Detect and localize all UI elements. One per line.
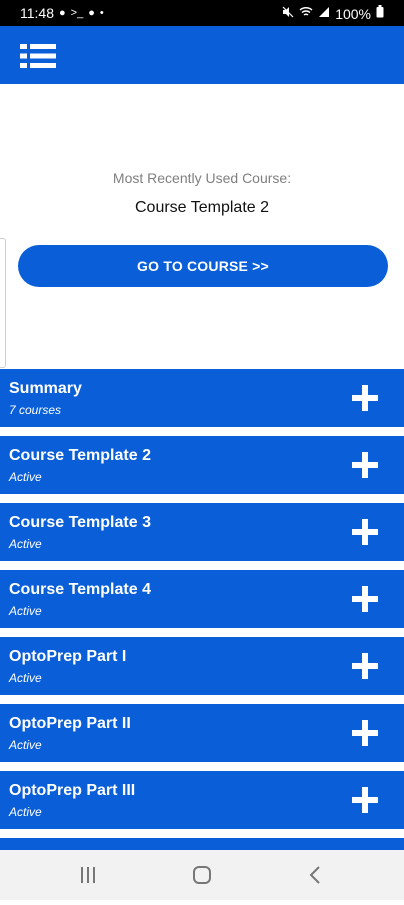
course-subtitle: Active (9, 805, 42, 819)
back-icon[interactable] (304, 864, 328, 886)
plus-icon[interactable] (352, 653, 378, 679)
signal-icon (318, 6, 330, 22)
plus-icon[interactable] (352, 586, 378, 612)
status-right: 100% (282, 5, 384, 22)
plus-icon[interactable] (352, 720, 378, 746)
recents-icon[interactable] (76, 864, 100, 886)
mute-icon (282, 6, 294, 22)
circle-icon: ● (88, 7, 95, 19)
terminal-icon: >_ (70, 7, 84, 19)
course-title: OptoPrep Part III (9, 782, 136, 799)
course-title: Summary (9, 380, 82, 397)
home-icon[interactable] (190, 864, 214, 886)
dot-icon: • (99, 7, 104, 19)
course-subtitle: Active (9, 470, 42, 484)
status-bar: 11:48 ● >_ ● • 100% (0, 0, 404, 26)
plus-icon[interactable] (352, 385, 378, 411)
course-row-template-2[interactable]: Course Template 2 Active (0, 436, 404, 494)
course-row-summary[interactable]: Summary 7 courses (0, 369, 404, 427)
status-time: 11:48 (20, 5, 54, 21)
course-row-optoprep-2[interactable]: OptoPrep Part II Active (0, 704, 404, 762)
system-nav-bar (0, 850, 404, 900)
course-title: Course Template 3 (9, 514, 151, 531)
course-title: Course Template 2 (9, 447, 151, 464)
plus-icon[interactable] (352, 452, 378, 478)
course-subtitle: Active (9, 671, 42, 685)
course-row-template-4[interactable]: Course Template 4 Active (0, 570, 404, 628)
side-drawer-edge[interactable] (0, 238, 6, 368)
app-bar (0, 26, 404, 84)
battery-percent: 100% (335, 5, 371, 22)
course-title: Course Template 4 (9, 581, 151, 598)
course-title: OptoPrep Part I (9, 648, 127, 665)
recent-course-label: Most Recently Used Course: (112, 170, 292, 186)
course-subtitle: Active (9, 604, 42, 618)
status-left: 11:48 ● >_ ● • (20, 5, 104, 21)
course-subtitle: 7 courses (9, 403, 62, 417)
course-row-template-3[interactable]: Course Template 3 Active (0, 503, 404, 561)
course-list: Summary 7 courses Course Template 2 Acti… (0, 369, 404, 905)
course-subtitle: Active (9, 738, 42, 752)
plus-icon[interactable] (352, 519, 378, 545)
battery-icon (376, 5, 384, 22)
course-title: OptoPrep Part II (9, 715, 131, 732)
recent-course-name: Course Template 2 (135, 199, 269, 216)
list-menu-icon[interactable] (20, 43, 58, 69)
wifi-icon (299, 6, 313, 22)
go-to-course-button[interactable]: GO TO COURSE >> (18, 245, 388, 287)
course-row-optoprep-1[interactable]: OptoPrep Part I Active (0, 637, 404, 695)
course-subtitle: Active (9, 537, 42, 551)
recent-course-panel (0, 84, 404, 368)
circle-icon: ● (59, 7, 66, 19)
plus-icon[interactable] (352, 787, 378, 813)
course-row-optoprep-3[interactable]: OptoPrep Part III Active (0, 771, 404, 829)
